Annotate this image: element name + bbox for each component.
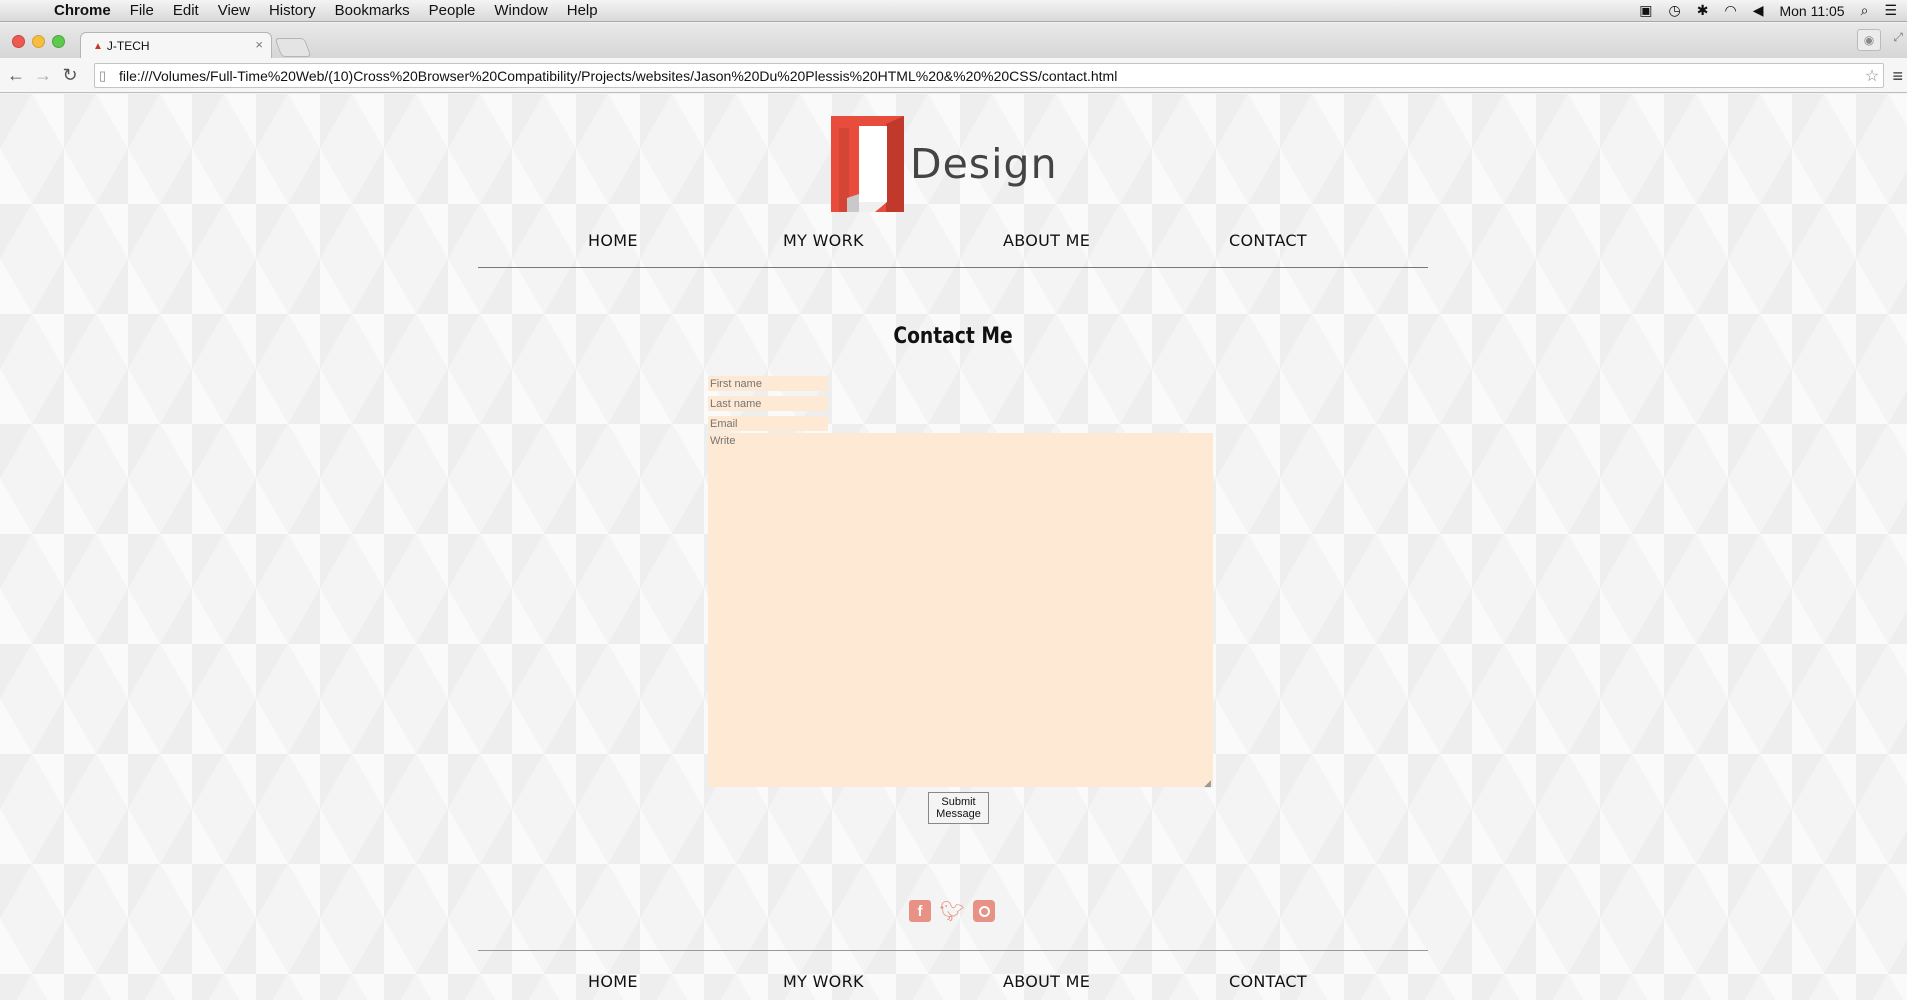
logo-text: Design (910, 140, 1058, 188)
browser-toolbar: ← → ↻ ▯ file:///Volumes/Full-Time%20Web/… (0, 58, 1907, 93)
back-arrow-icon[interactable]: ← (5, 65, 27, 86)
volume-icon[interactable]: ◀ (1753, 2, 1764, 19)
menu-history[interactable]: History (269, 2, 316, 19)
bluetooth-icon[interactable]: ✱ (1697, 2, 1709, 19)
minimize-window-button[interactable] (32, 35, 45, 48)
social-links: f 🐦︎ (909, 900, 1005, 923)
footer-nav: HOME MY WORK ABOUT ME CONTACT (478, 950, 1428, 1000)
forward-arrow-icon[interactable]: → (32, 65, 54, 86)
browser-tabstrip: ▲ J-TECH × ◉ ⤢ (0, 23, 1907, 59)
page-icon: ▯ (99, 67, 107, 83)
menu-edit[interactable]: Edit (173, 2, 199, 19)
wifi-icon[interactable]: ◠ (1724, 2, 1736, 19)
menu-bookmarks[interactable]: Bookmarks (335, 2, 410, 19)
logo-j-icon (831, 116, 904, 212)
menu-view[interactable]: View (218, 2, 250, 19)
nav-my-work[interactable]: MY WORK (783, 231, 864, 250)
menu-help[interactable]: Help (567, 2, 598, 19)
site-logo[interactable]: Design (831, 116, 1058, 212)
nav-about-me[interactable]: ABOUT ME (1003, 231, 1090, 250)
time-machine-icon[interactable]: ◷ (1669, 2, 1681, 19)
page-viewport: Design HOME MY WORK ABOUT ME CONTACT Con… (0, 94, 1907, 1000)
facebook-icon[interactable]: f (909, 900, 931, 922)
tab-close-icon[interactable]: × (255, 37, 263, 52)
menu-people[interactable]: People (429, 2, 476, 19)
fullscreen-icon[interactable]: ⤢ (1893, 30, 1903, 45)
address-bar-url[interactable]: file:///Volumes/Full-Time%20Web/(10)Cros… (119, 68, 1861, 84)
last-name-field[interactable] (708, 396, 828, 411)
status-app-icon[interactable]: ▣ (1639, 2, 1652, 19)
submit-message-button[interactable]: Submit Message (928, 792, 989, 824)
favicon-icon: ▲ (93, 40, 103, 52)
window-controls (12, 35, 72, 48)
menu-file[interactable]: File (130, 2, 154, 19)
browser-tab-active[interactable]: ▲ J-TECH × (80, 32, 272, 59)
footer-nav-my-work[interactable]: MY WORK (783, 972, 864, 991)
nav-home[interactable]: HOME (588, 231, 638, 250)
menu-app-chrome[interactable]: Chrome (54, 2, 111, 19)
zoom-window-button[interactable] (52, 35, 65, 48)
footer-nav-contact[interactable]: CONTACT (1229, 972, 1307, 991)
menubar-status-area: ▣ ◷ ✱ ◠ ◀ Mon 11:05 ⌕ ☰ (1623, 2, 1897, 19)
macos-menubar: Chrome File Edit View History Bookmarks … (0, 0, 1907, 22)
main-nav: HOME MY WORK ABOUT ME CONTACT (478, 216, 1428, 268)
reload-icon[interactable]: ↻ (59, 65, 81, 86)
textarea-resize-handle[interactable]: ◢ (1204, 778, 1211, 789)
profile-icon[interactable]: ◉ (1857, 29, 1881, 51)
footer-nav-about-me[interactable]: ABOUT ME (1003, 972, 1090, 991)
footer-nav-home[interactable]: HOME (588, 972, 638, 991)
new-tab-button[interactable] (274, 38, 312, 57)
instagram-icon[interactable] (973, 900, 995, 922)
email-field[interactable] (708, 416, 828, 431)
page-title: Contact Me (893, 324, 1013, 349)
close-window-button[interactable] (12, 35, 25, 48)
twitter-icon[interactable]: 🐦︎ (939, 900, 964, 923)
spotlight-search-icon[interactable]: ⌕ (1861, 2, 1869, 19)
chrome-menu-icon[interactable]: ≡ (1892, 66, 1903, 87)
bookmark-star-icon[interactable]: ☆ (1861, 66, 1883, 86)
tab-title: J-TECH (106, 39, 150, 53)
notification-center-icon[interactable]: ☰ (1884, 2, 1897, 19)
menubar-clock[interactable]: Mon 11:05 (1779, 3, 1844, 19)
menu-window[interactable]: Window (494, 2, 547, 19)
first-name-field[interactable] (708, 376, 828, 391)
message-textarea[interactable] (708, 433, 1213, 787)
address-bar[interactable]: ▯ file:///Volumes/Full-Time%20Web/(10)Cr… (94, 63, 1884, 88)
nav-contact[interactable]: CONTACT (1229, 231, 1307, 250)
